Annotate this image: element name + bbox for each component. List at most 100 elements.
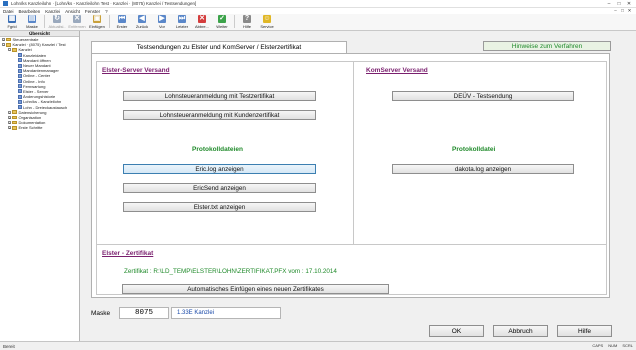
toolbar-button-5[interactable]: ⏮ Erster: [112, 14, 132, 30]
document-icon: [18, 53, 22, 58]
help-icon: ?: [243, 15, 251, 23]
lstanmeldung-testzertifikat-button[interactable]: Lohnsteueranmeldung mit Testzertifikat: [123, 91, 316, 101]
toolbar-button-1[interactable]: ▤ Maske: [22, 14, 42, 30]
toolbar-button-11[interactable]: ? Hilfe: [237, 14, 257, 30]
document-icon: [18, 89, 22, 94]
title-bar: Lohn/ks Kanzleilohn · [Lohn/ks - Kanzlei…: [0, 0, 636, 8]
toolbar-button-label: Vor: [158, 24, 165, 29]
maske-field[interactable]: 8075: [119, 307, 169, 319]
auto-zertifikat-button[interactable]: Automatisches Einfügen eines neuen Zerti…: [122, 284, 389, 294]
toolbar-button-label: Service: [260, 24, 274, 29]
hinweise-button[interactable]: Hinweise zum Verfahren: [483, 41, 611, 51]
toolbar: ▦ Fgrid ▤ Maske ↻ Aktualisi.. ✕ Entfernen ▣ Einfü…: [0, 14, 636, 31]
toolbar-button-7[interactable]: ▶ Vor: [152, 14, 172, 30]
cancel-icon: ✕: [198, 15, 206, 23]
document-icon: [18, 68, 22, 73]
next-icon: ✓: [218, 15, 226, 23]
toolbar-separator: [109, 15, 110, 28]
toolbar-button-12[interactable]: ☺ Service: [257, 14, 277, 30]
tab-testsendungen[interactable]: Testsendungen zu Elster und KomServer / …: [91, 41, 347, 53]
folder-icon: [12, 120, 17, 125]
toolbar-button-10[interactable]: ✓ Weiter: [212, 14, 232, 30]
content-panel: Elster-Server Versand Lohnsteueranmeldun…: [91, 53, 610, 298]
lstanmeldung-kundenzertifikat-button[interactable]: Lohnsteueranmeldung mit Kundenzertifikat: [123, 110, 316, 120]
toolbar-button-0[interactable]: ▦ Fgrid: [2, 14, 22, 30]
menu-bearbeiten[interactable]: Bearbeiten: [19, 9, 41, 14]
toolbar-button-label: Entfernen: [68, 24, 86, 29]
tree-item[interactable]: + Erste Schritte: [0, 125, 79, 130]
vertical-divider: [353, 61, 354, 244]
folder-icon: [12, 115, 17, 120]
elster-txt-button[interactable]: Elster.txt anzeigen: [123, 202, 316, 212]
window-title: Lohn/ks Kanzleilohn · [Lohn/ks - Kanzlei…: [11, 1, 197, 6]
back-icon: ◀: [138, 15, 146, 23]
toolbar-button-label: Hilfe: [242, 24, 251, 29]
tree-expander-icon[interactable]: +: [8, 115, 11, 119]
minimize-button[interactable]: –: [604, 0, 614, 8]
main-area: Testsendungen zu Elster und KomServer / …: [81, 31, 636, 341]
toolbar-button-4[interactable]: ▣ Einfügen: [87, 14, 107, 30]
zertifikat-path-text: Zertifikat : R:\LD_TEMP\ELSTER\LOHN\ZERT…: [124, 268, 337, 275]
toolbar-button-label: Zurück: [135, 24, 149, 29]
window-controls: – □ ✕: [604, 0, 634, 8]
forward-icon: ▶: [158, 15, 166, 23]
folder-icon: [6, 37, 11, 42]
refresh-icon: ↻: [53, 15, 61, 23]
deuev-testsendung-button[interactable]: DEÜV - Testsendung: [392, 91, 574, 101]
toolbar-button-label: Aktualisi..: [48, 24, 66, 29]
folder-icon: [6, 43, 11, 47]
menu-help[interactable]: ?: [105, 9, 108, 14]
menu-kanzlei[interactable]: Kanzlei: [45, 9, 60, 14]
toolbar-separator: [44, 15, 45, 28]
kanzlei-field: 1.33E Kanzlei: [171, 307, 281, 319]
remove-icon: ✕: [73, 15, 81, 23]
status-text: Bereit: [3, 343, 15, 349]
komserver-protokoll-title: Protokolldatei: [452, 146, 496, 153]
tree-expander-icon[interactable]: +: [8, 110, 11, 114]
folder-icon: [12, 110, 17, 114]
elster-section-title: Elster-Server Versand: [102, 67, 170, 74]
scrl-indicator: SCRL: [622, 343, 633, 348]
tree-expander-icon[interactable]: +: [2, 38, 5, 42]
tree-expander-icon[interactable]: –: [2, 43, 5, 47]
hilfe-button[interactable]: Hilfe: [557, 325, 612, 337]
tree-expander-icon[interactable]: +: [8, 121, 11, 125]
footer-bar: Maske 8075 1.33E Kanzlei OK Abbruch Hilf…: [81, 303, 636, 341]
toolbar-button-2[interactable]: ↻ Aktualisi..: [47, 14, 67, 30]
eric-log-button[interactable]: Eric.log anzeigen: [123, 164, 316, 174]
toolbar-button-6[interactable]: ◀ Zurück: [132, 14, 152, 30]
close-button[interactable]: ✕: [624, 0, 634, 8]
num-indicator: NUM: [608, 343, 618, 348]
grid-icon: ▦: [8, 15, 16, 23]
toolbar-button-label: Erster: [116, 24, 128, 29]
first-icon: ⏮: [118, 15, 126, 23]
document-icon: [18, 73, 22, 78]
paste-icon: ▣: [93, 15, 101, 23]
status-indicators: CAPS NUM SCRL: [587, 343, 633, 348]
mask-icon: ▤: [28, 15, 36, 23]
tree-expander-icon[interactable]: –: [8, 48, 11, 52]
status-bar: Bereit CAPS NUM SCRL: [0, 341, 636, 350]
toolbar-button-label: Letzter: [175, 24, 189, 29]
menu-datei[interactable]: Datei: [3, 9, 14, 14]
menu-fenster[interactable]: Fenster: [85, 9, 100, 14]
menu-ansicht[interactable]: Ansicht: [65, 9, 80, 14]
toolbar-button-8[interactable]: ⏭ Letzter: [172, 14, 192, 30]
dakota-log-button[interactable]: dakota.log anzeigen: [392, 164, 574, 174]
komserver-section-title: KomServer Versand: [366, 67, 428, 74]
ok-button[interactable]: OK: [429, 325, 484, 337]
toolbar-separator: [234, 15, 235, 28]
toolbar-button-label: Weiter: [216, 24, 228, 29]
ericsend-button[interactable]: EricSend anzeigen: [123, 183, 316, 193]
maximize-button[interactable]: □: [614, 0, 624, 8]
folder-icon: [12, 48, 17, 52]
abbruch-button[interactable]: Abbruch: [493, 325, 548, 337]
elster-protokoll-title: Protokolldateien: [192, 146, 243, 153]
toolbar-button-3[interactable]: ✕ Entfernen: [67, 14, 87, 30]
tree-expander-icon[interactable]: +: [8, 126, 11, 130]
app-icon: [3, 1, 8, 6]
folder-icon: [12, 126, 17, 130]
toolbar-button-9[interactable]: ✕ Abbre...: [192, 14, 212, 30]
tree-items: + Steuerzentrale – Kanzlei · (8075) Kanzlei…: [0, 37, 79, 130]
toolbar-button-label: Fgrid: [7, 24, 17, 29]
